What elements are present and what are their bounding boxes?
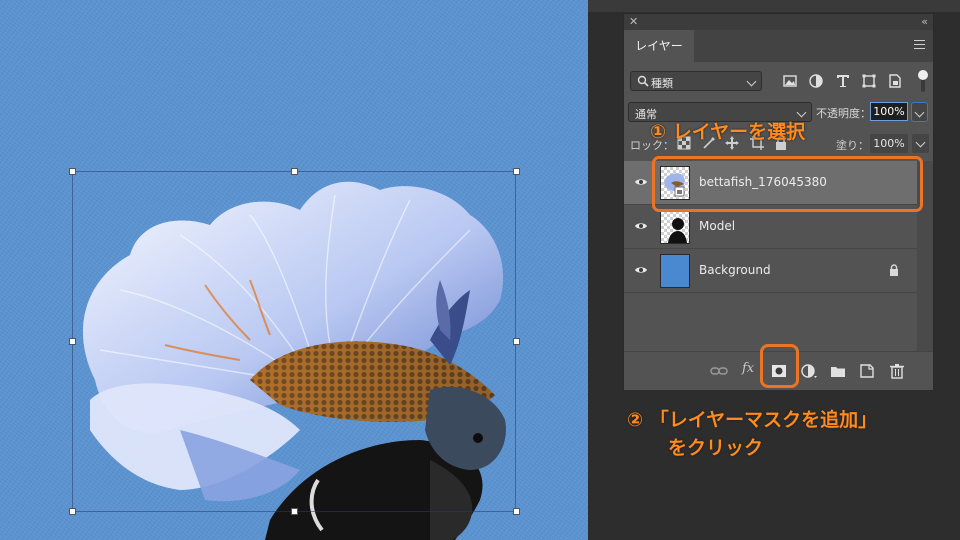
highlight-layer-callout <box>652 156 923 212</box>
opacity-label: 不透明度： <box>816 107 871 120</box>
layer-thumbnail <box>660 210 690 244</box>
panel-tab-bar: レイヤー <box>624 30 933 62</box>
annotation-step-1: ① レイヤーを選択 <box>650 121 806 143</box>
eye-icon[interactable] <box>634 221 648 231</box>
new-layer-icon[interactable] <box>858 363 876 379</box>
adjustment-filter-icon[interactable] <box>807 72 825 90</box>
eye-icon[interactable] <box>634 265 648 275</box>
fill-input[interactable]: 100% <box>870 134 908 153</box>
transform-handle[interactable] <box>513 168 520 175</box>
fill-dropdown-button[interactable] <box>912 134 929 153</box>
document-canvas[interactable] <box>0 0 588 540</box>
chevron-down-icon <box>746 76 757 87</box>
lock-icon <box>890 264 898 276</box>
transform-handle[interactable] <box>513 508 520 515</box>
fx-button[interactable]: fx <box>742 361 754 376</box>
transform-handle[interactable] <box>291 168 298 175</box>
opacity-dropdown-button[interactable] <box>911 102 928 122</box>
highlight-mask-button-callout <box>760 344 799 388</box>
layer-row-background[interactable]: Background <box>624 249 917 293</box>
smart-object-filter-icon[interactable] <box>886 72 904 90</box>
annotation-step-2-line-2: をクリック <box>668 437 764 459</box>
transform-handle[interactable] <box>513 338 520 345</box>
model-silhouette-image <box>668 218 687 243</box>
link-layers-icon[interactable] <box>710 363 728 379</box>
eye-icon[interactable] <box>634 177 648 187</box>
annotation-step-2-line-1: ② 「レイヤーマスクを追加」 <box>627 409 878 431</box>
layer-name[interactable]: Background <box>699 263 771 277</box>
panel-title-bar[interactable]: ✕ « <box>624 14 933 30</box>
transform-handle[interactable] <box>69 508 76 515</box>
layer-thumbnail <box>660 254 690 288</box>
image-filter-icon[interactable] <box>781 72 799 90</box>
type-filter-icon[interactable] <box>834 72 852 90</box>
transform-handle[interactable] <box>69 338 76 345</box>
transform-bounding-box[interactable] <box>72 171 516 512</box>
search-icon <box>637 75 649 87</box>
trash-icon[interactable] <box>888 363 906 379</box>
layer-name[interactable]: Model <box>699 219 735 233</box>
new-group-folder-icon[interactable] <box>829 363 847 379</box>
layer-filter-select[interactable]: 種類 <box>630 71 762 91</box>
collapse-icon[interactable]: « <box>921 15 928 28</box>
transform-handle[interactable] <box>69 168 76 175</box>
opacity-input[interactable]: 100% <box>870 102 908 121</box>
fill-label: 塗り： <box>836 139 869 152</box>
chevron-down-icon <box>915 137 926 148</box>
chevron-down-icon <box>914 107 925 118</box>
workspace-top-strip <box>588 0 960 12</box>
tab-layers[interactable]: レイヤー <box>624 30 694 62</box>
transform-handle[interactable] <box>291 508 298 515</box>
chevron-down-icon <box>796 107 807 118</box>
panel-menu-icon[interactable] <box>914 40 925 49</box>
shape-filter-icon[interactable] <box>860 72 878 90</box>
new-adjustment-layer-icon[interactable] <box>800 363 818 379</box>
close-icon[interactable]: ✕ <box>629 15 638 28</box>
filter-kind-label: 種類 <box>651 77 673 90</box>
filter-toggle[interactable] <box>918 70 928 92</box>
